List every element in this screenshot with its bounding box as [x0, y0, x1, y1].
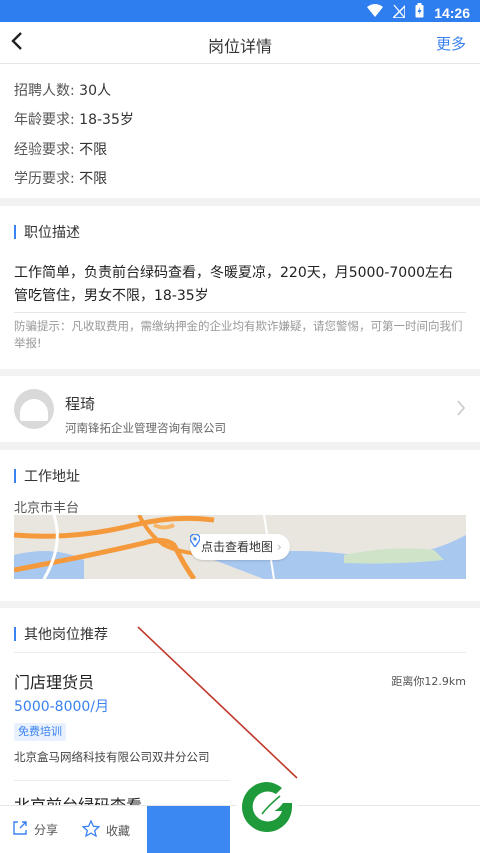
divider: [14, 652, 466, 653]
requirement-value: 18-35岁: [79, 112, 134, 128]
requirement-row: 经验要求: 不限: [14, 139, 107, 159]
requirement-value: 30人: [79, 83, 111, 99]
favorite-button[interactable]: 收藏: [81, 819, 131, 840]
avatar: [14, 389, 54, 429]
sim-icon: [391, 3, 406, 22]
favorite-label: 收藏: [106, 823, 131, 838]
battery-icon: [415, 3, 424, 22]
requirement-label: 年龄要求:: [14, 112, 75, 128]
heading-accent-bar: [14, 225, 16, 239]
chevron-right-icon: [456, 398, 466, 422]
share-button[interactable]: 分享: [12, 820, 58, 839]
work-address-section: 工作地址 北京市丰台 点击查看地图 ›: [0, 450, 480, 601]
requirement-row: 学历要求: 不限: [14, 168, 107, 188]
requirement-value: 不限: [79, 142, 108, 158]
section-heading: 工作地址: [14, 466, 80, 486]
description-line: 工作简单，负责前台绿码查看，冬暖夏凉，220天，月5000-7000左右: [14, 265, 454, 281]
status-bar: 14:26: [0, 0, 480, 22]
status-time: 14:26: [434, 4, 470, 21]
share-icon: [12, 820, 28, 839]
job-description-section: 职位描述 工作简单，负责前台绿码查看，冬暖夏凉，220天，月5000-7000左…: [0, 206, 480, 369]
more-button[interactable]: 更多: [436, 33, 466, 54]
requirement-label: 学历要求:: [14, 171, 75, 187]
job-salary: 5000-8000/月: [14, 699, 110, 715]
view-map-button[interactable]: 点击查看地图 ›: [190, 534, 290, 560]
heading-text: 工作地址: [24, 469, 80, 485]
map-preview[interactable]: 点击查看地图 ›: [14, 515, 466, 579]
requirements-section: 招聘人数: 30人 年龄要求: 18-35岁 经验要求: 不限 学历要求: 不限: [0, 64, 480, 198]
requirement-label: 经验要求:: [14, 142, 75, 158]
chevron-right-icon: ›: [277, 540, 282, 554]
job-card[interactable]: 门店理货员 距离你12.9km 5000-8000/月 免费培训 北京盒马网络科…: [0, 666, 480, 776]
header-bar: 岗位详情 更多: [0, 22, 480, 64]
job-description-text: 工作简单，负责前台绿码查看，冬暖夏凉，220天，月5000-7000左右 管吃管…: [14, 262, 466, 308]
recruiter-card[interactable]: 程琦 河南锋拓企业管理咨询有限公司: [0, 376, 480, 442]
job-distance: 距离你12.9km: [391, 675, 466, 688]
requirement-row: 年龄要求: 18-35岁: [14, 109, 134, 129]
divider: [14, 780, 230, 781]
heading-accent-bar: [14, 469, 16, 483]
recruiter-name: 程琦: [65, 395, 96, 413]
job-company: 北京盒马网络科技有限公司双井分公司: [14, 750, 210, 764]
page-title: 岗位详情: [207, 37, 272, 56]
divider: [14, 312, 466, 313]
requirement-row: 招聘人数: 30人: [14, 80, 111, 100]
work-address-text: 北京市丰台: [14, 501, 80, 516]
view-map-label: 点击查看地图: [201, 540, 274, 554]
heading-accent-bar: [14, 627, 16, 641]
heading-text: 职位描述: [24, 225, 80, 241]
requirement-value: 不限: [79, 171, 108, 187]
share-label: 分享: [34, 823, 59, 837]
description-line: 管吃管住，男女不限，18-35岁: [14, 288, 209, 304]
star-icon: [81, 819, 101, 840]
wifi-icon: [367, 4, 384, 21]
apply-button[interactable]: [147, 806, 230, 853]
requirement-label: 招聘人数:: [14, 83, 75, 99]
watermark-logo: [236, 776, 298, 838]
job-tag: 免费培训: [14, 723, 66, 741]
section-heading: 职位描述: [14, 222, 80, 242]
anti-fraud-notice: 防骗提示：凡收取费用，需缴纳押金的企业均有欺诈嫌疑，请您警惕，可第一时间向我们举…: [14, 319, 463, 350]
heading-text: 其他岗位推荐: [24, 627, 108, 643]
job-title: 门店理货员: [14, 673, 95, 692]
recruiter-company: 河南锋拓企业管理咨询有限公司: [65, 421, 226, 435]
section-heading: 其他岗位推荐: [14, 624, 108, 644]
